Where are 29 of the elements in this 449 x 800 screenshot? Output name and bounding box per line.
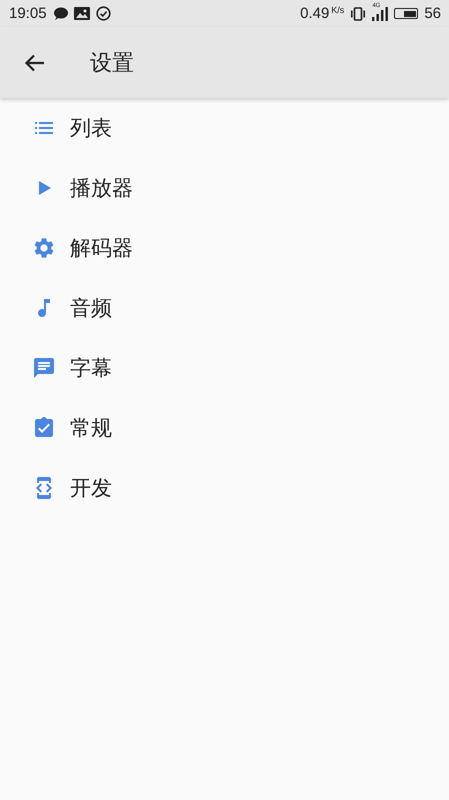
settings-item[interactable]: 解码器 [0, 218, 449, 278]
vibrate-icon [350, 6, 366, 20]
back-arrow-icon[interactable] [24, 52, 46, 74]
settings-item[interactable]: 播放器 [0, 158, 449, 218]
settings-item[interactable]: 常规 [0, 398, 449, 458]
status-time: 19:05 [9, 5, 47, 22]
chat-bubble-icon [52, 6, 68, 20]
item-label: 音频 [70, 295, 112, 322]
gear-icon [32, 236, 56, 260]
item-label: 开发 [70, 475, 112, 502]
item-label: 列表 [70, 115, 112, 142]
battery-percent: 56 [424, 5, 441, 22]
image-icon [74, 7, 90, 20]
clipboard-check-icon [32, 416, 56, 440]
settings-item[interactable]: 列表 [0, 98, 449, 158]
page-title: 设置 [90, 50, 134, 78]
battery-icon [394, 8, 418, 19]
settings-item[interactable]: 字幕 [0, 338, 449, 398]
check-circle-icon [96, 6, 111, 21]
item-label: 常规 [70, 415, 112, 442]
settings-item[interactable]: 音频 [0, 278, 449, 338]
speed-unit: K/s [331, 5, 344, 15]
settings-item[interactable]: 开发 [0, 458, 449, 518]
item-label: 字幕 [70, 355, 112, 382]
signal-icon [372, 6, 388, 20]
message-icon [32, 356, 56, 380]
network-speed: 0.49 [300, 5, 330, 22]
item-label: 播放器 [70, 175, 133, 202]
item-label: 解码器 [70, 235, 133, 262]
